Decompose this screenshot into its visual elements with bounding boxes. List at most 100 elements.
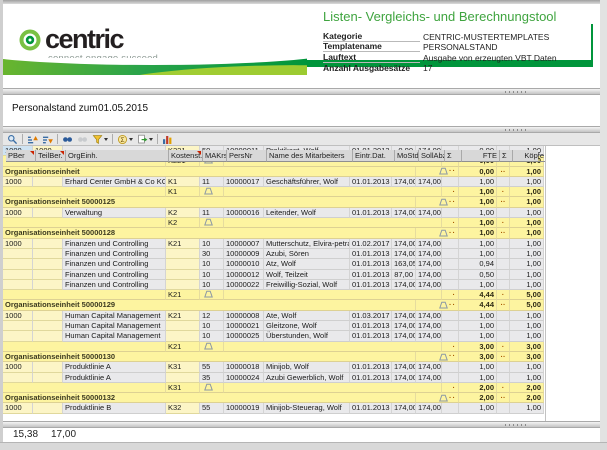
cell[interactable]: 10000017 — [224, 177, 264, 187]
cell[interactable] — [442, 259, 459, 269]
cell[interactable]: 10000025 — [224, 331, 264, 341]
cell[interactable]: 1,00 — [510, 280, 544, 290]
cell[interactable] — [497, 280, 510, 290]
subtotal-collapse-icon[interactable] — [204, 187, 213, 195]
cell[interactable]: 55 — [200, 362, 224, 372]
group-total-row[interactable]: Organisationseinheit 50000128··1,00··1,0… — [3, 228, 545, 238]
cell[interactable]: Freiwillig-Sozial, Wolf — [264, 280, 350, 290]
cell[interactable] — [166, 249, 200, 259]
subtotal-row[interactable]: K21·3,00·3,00 — [3, 342, 545, 352]
cell[interactable]: Überstunden, Wolf — [264, 331, 350, 341]
cell[interactable] — [166, 270, 200, 280]
cell[interactable]: 30 — [200, 249, 224, 259]
cell[interactable]: K32 — [166, 403, 200, 413]
cell[interactable] — [33, 280, 63, 290]
cell[interactable] — [3, 331, 33, 341]
cell[interactable]: 174,00 — [416, 373, 442, 383]
cell[interactable]: Minijob, Wolf — [264, 362, 350, 372]
filter-button[interactable] — [90, 133, 110, 145]
cell[interactable] — [497, 270, 510, 280]
cell[interactable]: K21 — [166, 311, 200, 321]
cell[interactable] — [33, 249, 63, 259]
cell[interactable]: 11 — [200, 177, 224, 187]
cell[interactable] — [33, 403, 63, 413]
cell[interactable]: Produktlinie A — [63, 373, 166, 383]
cell[interactable] — [442, 239, 459, 249]
cell[interactable] — [3, 280, 33, 290]
cell[interactable] — [33, 311, 63, 321]
cell[interactable]: Finanzen und Controlling — [63, 249, 166, 259]
column-header-[interactable]: Σ — [500, 150, 513, 162]
cell[interactable]: 01.01.2013 — [350, 208, 392, 218]
horizontal-splitter[interactable] — [0, 126, 607, 133]
sort-ascending-button[interactable] — [25, 133, 40, 145]
subtotal-collapse-icon[interactable] — [204, 342, 213, 350]
cell[interactable]: 174,00 — [392, 321, 416, 331]
dropdown-caret-icon[interactable] — [149, 138, 153, 141]
horizontal-splitter[interactable] — [0, 88, 607, 95]
cell[interactable]: 10 — [200, 321, 224, 331]
subtotal-collapse-icon[interactable] — [439, 353, 448, 361]
cell[interactable] — [3, 270, 33, 280]
cell[interactable]: 10000021 — [224, 321, 264, 331]
graphic-button[interactable] — [160, 133, 175, 145]
subtotal-collapse-icon[interactable] — [439, 394, 448, 402]
cell[interactable]: K2 — [166, 208, 200, 218]
cell[interactable] — [442, 208, 459, 218]
dropdown-caret-icon[interactable] — [104, 138, 108, 141]
column-header-[interactable]: Σ — [445, 150, 462, 162]
cell[interactable] — [166, 321, 200, 331]
cell[interactable]: Human Capital Management — [63, 311, 166, 321]
sort-descending-button[interactable] — [40, 133, 55, 145]
cell[interactable]: 10000019 — [224, 403, 264, 413]
cell[interactable]: 10000010 — [224, 259, 264, 269]
cell[interactable]: 35 — [200, 373, 224, 383]
cell[interactable]: 1000 — [3, 208, 33, 218]
cell[interactable]: Finanzen und Controlling — [63, 270, 166, 280]
group-total-row[interactable]: Organisationseinheit 50000129··4,44··5,0… — [3, 300, 545, 310]
cell[interactable] — [3, 373, 33, 383]
cell[interactable]: 10000012 — [224, 270, 264, 280]
cell[interactable]: Erhard Center GmbH & Co KG — [63, 177, 166, 187]
cell[interactable]: Finanzen und Controlling — [63, 280, 166, 290]
group-total-row[interactable]: Organisationseinheit 50000130··3,00··3,0… — [3, 352, 545, 362]
cell[interactable]: Minijob-Steuerag, Wolf — [264, 403, 350, 413]
cell[interactable]: 174,00 — [416, 270, 442, 280]
cell[interactable]: 01.01.2013 — [350, 259, 392, 269]
cell[interactable]: Mutterschutz, Elvira-petra — [264, 239, 350, 249]
find-button[interactable] — [60, 133, 75, 145]
cell[interactable] — [442, 177, 459, 187]
cell[interactable]: 87,00 — [392, 270, 416, 280]
cell[interactable]: 01.01.2013 — [350, 249, 392, 259]
cell[interactable]: 10000008 — [224, 311, 264, 321]
cell[interactable] — [497, 259, 510, 269]
column-header-makrs[interactable]: MAKrs — [203, 150, 227, 162]
cell[interactable]: K21 — [166, 239, 200, 249]
cell[interactable]: 1,00 — [459, 403, 497, 413]
subtotal-collapse-icon[interactable] — [204, 218, 213, 226]
cell[interactable] — [166, 280, 200, 290]
cell[interactable]: Azubi Gewerblich, Wolf — [264, 373, 350, 383]
cell[interactable]: 10000016 — [224, 208, 264, 218]
subtotal-row[interactable]: K21·4,44·5,00 — [3, 290, 545, 300]
group-total-row[interactable]: Organisationseinheit··0,00··1,00 — [3, 167, 545, 177]
cell[interactable] — [497, 208, 510, 218]
cell[interactable]: 10000009 — [224, 249, 264, 259]
cell[interactable] — [166, 259, 200, 269]
cell[interactable]: Azubi, Sören — [264, 249, 350, 259]
column-header-fte[interactable]: FTE — [462, 150, 500, 162]
cell[interactable] — [497, 239, 510, 249]
column-header-eintrdat[interactable]: Eintr.Dat. — [353, 150, 395, 162]
cell[interactable]: 174,00 — [416, 259, 442, 269]
cell[interactable]: 1,00 — [459, 362, 497, 372]
cell[interactable]: 1,00 — [510, 249, 544, 259]
column-header-teilber[interactable]: TeilBer. — [36, 150, 66, 162]
cell[interactable]: 1,00 — [459, 249, 497, 259]
cell[interactable]: 01.01.2013 — [350, 362, 392, 372]
cell[interactable]: 12 — [200, 311, 224, 321]
cell[interactable]: 1,00 — [510, 373, 544, 383]
column-header-orgeinh[interactable]: OrgEinh. — [66, 150, 169, 162]
cell[interactable]: 1000 — [3, 362, 33, 372]
cell[interactable] — [33, 177, 63, 187]
subtotal-collapse-icon[interactable] — [439, 301, 448, 309]
